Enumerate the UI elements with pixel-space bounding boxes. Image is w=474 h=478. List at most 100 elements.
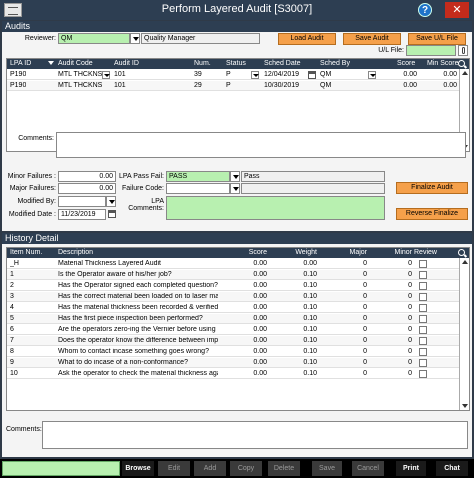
- col-score[interactable]: Score: [222, 249, 267, 256]
- review-checkbox[interactable]: [419, 304, 427, 312]
- review-checkbox[interactable]: [419, 370, 427, 378]
- scroll-up-icon[interactable]: [462, 71, 468, 75]
- lpa-pass-fail-code-field[interactable]: PASS: [166, 171, 230, 182]
- table-row[interactable]: 7 Does the operator know the difference b…: [7, 336, 459, 346]
- delete-button[interactable]: Delete: [268, 461, 300, 476]
- review-checkbox[interactable]: [419, 260, 427, 268]
- calendar-icon[interactable]: [308, 71, 316, 79]
- col-description[interactable]: Description: [58, 249, 93, 256]
- col-item-num[interactable]: Item Num.: [10, 249, 42, 256]
- col-status[interactable]: Status: [226, 60, 246, 67]
- table-row[interactable]: P190 MTL THCKNS 101 39 P 12/04/2019 QM 0…: [7, 70, 459, 80]
- edit-button[interactable]: Edit: [158, 461, 190, 476]
- cell-description: Has the first piece inspection been perf…: [58, 315, 203, 322]
- review-checkbox[interactable]: [419, 326, 427, 334]
- comments-field[interactable]: [56, 132, 466, 158]
- history-comments-label: Comments:: [6, 426, 42, 433]
- table-row[interactable]: 4 Has the material thickness been recorde…: [7, 303, 459, 313]
- ul-file-field[interactable]: [406, 45, 456, 56]
- scroll-up-icon[interactable]: [462, 260, 468, 264]
- review-checkbox[interactable]: [419, 293, 427, 301]
- col-sched-by[interactable]: Sched By: [320, 60, 350, 67]
- cell-weight: 0.10: [303, 271, 317, 278]
- review-checkbox[interactable]: [419, 282, 427, 290]
- cell-lpa-id: P190: [10, 82, 27, 89]
- bottom-toolbar: Browse Edit Add Copy Delete Save Cancel …: [0, 459, 474, 478]
- review-checkbox[interactable]: [419, 348, 427, 356]
- col-major[interactable]: Major: [322, 249, 367, 256]
- failure-code-field[interactable]: [166, 183, 230, 194]
- cell-minor: 0: [408, 315, 412, 322]
- review-checkbox[interactable]: [419, 337, 427, 345]
- attach-icon[interactable]: [458, 45, 468, 56]
- audits-panel: Reviewer: QM Quality Manager Load Audit …: [2, 32, 472, 231]
- table-row[interactable]: 8 Whom to contact incase something goes w…: [7, 347, 459, 357]
- table-row[interactable]: 10 Ask the operator to check the material…: [7, 369, 459, 379]
- review-checkbox[interactable]: [419, 359, 427, 367]
- lpa-comments-field[interactable]: [166, 196, 385, 220]
- failure-code-dropdown[interactable]: [230, 183, 240, 194]
- history-comments-field[interactable]: [42, 421, 468, 449]
- print-button[interactable]: Print: [396, 461, 426, 476]
- quick-search-field[interactable]: [2, 461, 120, 476]
- cell-num: 39: [194, 71, 202, 78]
- comments-label: Comments:: [18, 135, 54, 142]
- col-score[interactable]: Score: [397, 60, 415, 67]
- table-row[interactable]: _H Material Thickness Layered Audit 0.00 0.…: [7, 259, 459, 269]
- audit-code-dropdown[interactable]: [102, 71, 110, 79]
- table-row[interactable]: P190 MTL THCKNS 101 29 P 10/30/2019 QM 0…: [7, 81, 459, 91]
- search-icon[interactable]: [458, 60, 467, 69]
- save-ul-file-button[interactable]: Save U/L File: [408, 33, 466, 45]
- cell-description: Material Thickness Layered Audit: [58, 260, 161, 267]
- cell-minor: 0: [408, 326, 412, 333]
- add-button[interactable]: Add: [194, 461, 226, 476]
- modified-date-field[interactable]: 11/23/2019: [58, 209, 106, 220]
- save-button[interactable]: Save: [312, 461, 342, 476]
- lpa-pass-fail-dropdown[interactable]: [230, 171, 240, 182]
- table-row[interactable]: 3 Has the correct material been loaded on…: [7, 292, 459, 302]
- table-row[interactable]: 5 Has the first piece inspection been per…: [7, 314, 459, 324]
- cell-weight: 0.10: [303, 348, 317, 355]
- search-icon[interactable]: [458, 249, 467, 258]
- copy-button[interactable]: Copy: [230, 461, 262, 476]
- reviewer-dropdown[interactable]: [130, 33, 140, 44]
- table-row[interactable]: 2 Has the Operator signed each completed …: [7, 281, 459, 291]
- col-weight[interactable]: Weight: [272, 249, 317, 256]
- save-audit-button[interactable]: Save Audit: [343, 33, 401, 45]
- col-review[interactable]: Review: [414, 249, 437, 256]
- cell-score: 0.00: [253, 293, 267, 300]
- table-row[interactable]: 6 Are the operators zero-ing the Vernier …: [7, 325, 459, 335]
- lpa-id-filter-icon[interactable]: [48, 61, 54, 65]
- col-audit-code[interactable]: Audit Code: [58, 60, 93, 67]
- table-row[interactable]: 9 What to do incase of a non-conformance?…: [7, 358, 459, 368]
- col-num[interactable]: Num.: [194, 60, 211, 67]
- col-min-score[interactable]: Min Score: [427, 60, 459, 67]
- cell-item-num: 2: [10, 282, 14, 289]
- browse-button[interactable]: Browse: [122, 461, 154, 476]
- sched-by-dropdown[interactable]: [368, 71, 376, 79]
- reverse-finalize-button[interactable]: Reverse Finalize: [396, 208, 468, 220]
- table-row[interactable]: 1 Is the Operator aware of his/her job? 0.…: [7, 270, 459, 280]
- status-dropdown[interactable]: [251, 71, 259, 79]
- review-checkbox[interactable]: [419, 315, 427, 323]
- reviewer-label: Reviewer:: [24, 35, 56, 42]
- cancel-button[interactable]: Cancel: [352, 461, 384, 476]
- col-audit-id[interactable]: Audit ID: [114, 60, 139, 67]
- help-icon[interactable]: ?: [418, 3, 432, 17]
- finalize-audit-button[interactable]: Finalize Audit: [396, 182, 468, 194]
- chat-button[interactable]: Chat: [436, 461, 468, 476]
- cell-item-num: 4: [10, 304, 14, 311]
- history-scrollbar[interactable]: [459, 258, 469, 410]
- modified-by-field[interactable]: [58, 196, 106, 207]
- title-bar: Perform Layered Audit [S3007] ? ✕: [0, 0, 474, 20]
- review-checkbox[interactable]: [419, 271, 427, 279]
- col-minor[interactable]: Minor: [372, 249, 412, 256]
- load-audit-button[interactable]: Load Audit: [278, 33, 336, 45]
- col-lpa-id[interactable]: LPA ID: [10, 60, 31, 67]
- cell-weight: 0.00: [303, 260, 317, 267]
- col-sched-date[interactable]: Sched Date: [264, 60, 301, 67]
- reviewer-code-field[interactable]: QM: [58, 33, 130, 44]
- scroll-down-icon[interactable]: [462, 404, 468, 408]
- lpa-pass-fail-desc-field: Pass: [241, 171, 385, 182]
- close-button[interactable]: ✕: [445, 2, 469, 18]
